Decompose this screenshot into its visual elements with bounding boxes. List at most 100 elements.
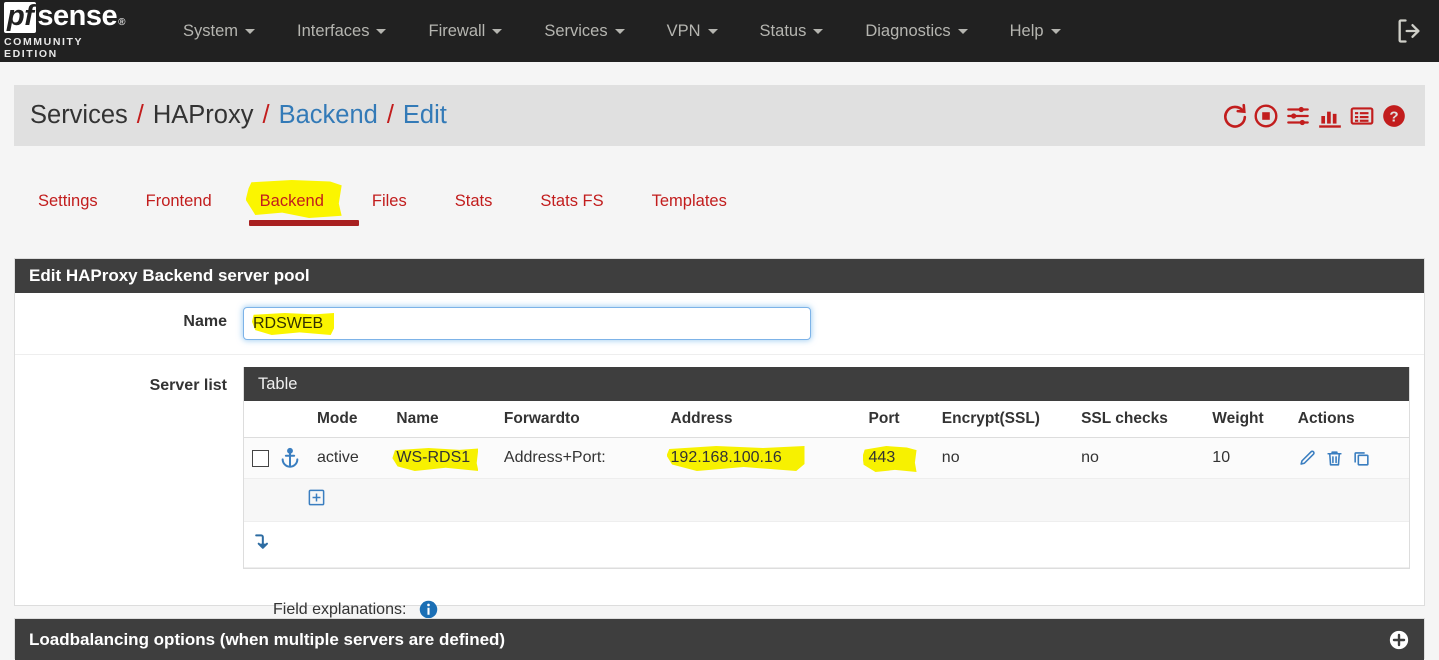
loadbalancing-options-panel[interactable]: Loadbalancing options (when multiple ser…	[14, 618, 1425, 660]
loadbalancing-panel-heading: Loadbalancing options (when multiple ser…	[15, 619, 1424, 660]
pfsense-logo[interactable]: pf sense ® COMMUNITY EDITION	[4, 2, 140, 60]
breadcrumb-separator: /	[136, 101, 144, 129]
tab-templates[interactable]: Templates	[628, 176, 751, 226]
cell-encrypt-ssl: no	[933, 437, 1074, 479]
address-value: 192.168.100.16	[670, 449, 782, 466]
column-header-address: Address	[662, 401, 861, 438]
breadcrumb-separator: /	[262, 101, 270, 129]
tab-label: Backend	[259, 191, 324, 210]
log-list-icon[interactable]	[1349, 103, 1375, 129]
nav-item-services[interactable]: Services	[523, 0, 645, 62]
nav-item-label: Diagnostics	[865, 21, 951, 40]
brand-registered: ®	[118, 17, 125, 29]
breadcrumb-backend[interactable]: Backend	[279, 101, 378, 130]
cell-port: 443	[860, 437, 934, 479]
help-circle-icon[interactable]: ?	[1381, 103, 1407, 129]
sliders-icon[interactable]	[1285, 103, 1311, 129]
breadcrumb-services: Services	[30, 101, 128, 129]
column-header-weight: Weight	[1204, 401, 1290, 438]
panel-title: Edit HAProxy Backend server pool	[15, 259, 1424, 293]
anchor-icon[interactable]	[279, 447, 301, 469]
nav-item-firewall[interactable]: Firewall	[407, 0, 523, 62]
column-header-select	[244, 401, 309, 438]
refresh-icon[interactable]	[1221, 103, 1247, 129]
add-plus-square-icon[interactable]	[307, 488, 326, 507]
tab-bar: Settings Frontend Backend Files Stats St…	[14, 176, 1425, 226]
tab-backend[interactable]: Backend	[236, 176, 359, 226]
tab-files[interactable]: Files	[348, 176, 431, 226]
column-header-ssl-checks: SSL checks	[1073, 401, 1205, 438]
cell-weight: 10	[1204, 437, 1290, 479]
top-navbar: pf sense ® COMMUNITY EDITION System Interf…	[0, 0, 1439, 62]
duplicate-copy-icon[interactable]	[1352, 449, 1371, 468]
field-explanations-row: Field explanations:	[15, 583, 1424, 620]
column-header-encrypt-ssl: Encrypt(SSL)	[933, 401, 1074, 438]
add-row	[244, 478, 1409, 522]
chevron-down-icon	[376, 28, 387, 34]
server-list-label: Server list	[149, 377, 227, 394]
loadbalancing-panel-title: Loadbalancing options (when multiple ser…	[29, 629, 506, 649]
table-header-row: Mode Name Forwardto Address Port Encrypt…	[244, 401, 1409, 438]
chevron-down-icon	[245, 28, 256, 34]
server-table-panel: Table Mode Name Forwardto Address Port E…	[243, 367, 1410, 569]
table-head: Mode Name Forwardto Address Port Encrypt…	[244, 401, 1409, 438]
server-list-wrap: Table Mode Name Forwardto Address Port E…	[243, 367, 1424, 569]
ssl-checks-value: no	[1081, 449, 1099, 466]
info-circle-icon[interactable]	[418, 599, 439, 620]
nav-item-label: VPN	[666, 21, 701, 40]
nav-item-label: System	[183, 21, 239, 40]
breadcrumb-separator: /	[386, 101, 394, 129]
chevron-down-icon	[957, 28, 968, 34]
nav-item-label: Help	[1009, 21, 1044, 40]
name-input[interactable]	[243, 307, 811, 340]
tab-frontend[interactable]: Frontend	[122, 176, 236, 226]
logout-icon[interactable]	[1395, 17, 1423, 45]
forwardto-value: Address+Port:	[503, 449, 606, 466]
tab-label: Settings	[38, 191, 98, 210]
mode-value: active	[317, 449, 359, 466]
nav-item-interfaces[interactable]: Interfaces	[276, 0, 407, 62]
row-select-cell	[244, 437, 309, 479]
stop-icon[interactable]	[1253, 103, 1279, 129]
edit-backend-panel: Edit HAProxy Backend server pool Name Se…	[14, 258, 1425, 619]
cell-forwardto: Address+Port:	[495, 437, 663, 479]
chevron-down-icon	[614, 28, 625, 34]
chevron-down-icon	[813, 28, 824, 34]
chevron-down-icon	[707, 28, 718, 34]
nav-item-vpn[interactable]: VPN	[646, 0, 739, 62]
cell-ssl-checks: no	[1073, 437, 1205, 479]
row-checkbox[interactable]	[252, 449, 269, 467]
nav-item-diagnostics[interactable]: Diagnostics	[844, 0, 988, 62]
server-table: Mode Name Forwardto Address Port Encrypt…	[244, 401, 1409, 568]
tab-label: Files	[371, 191, 407, 210]
expand-plus-circle-icon[interactable]	[1388, 629, 1410, 651]
column-header-forwardto: Forwardto	[495, 401, 663, 438]
brand-logo-text: pf sense ®	[4, 2, 140, 33]
name-value: WS-RDS1	[396, 449, 471, 466]
name-form-row: Name	[15, 293, 1424, 355]
breadcrumb-edit[interactable]: Edit	[403, 101, 447, 130]
cell-address: 192.168.100.16	[662, 437, 861, 479]
brand-sense: sense	[37, 0, 118, 33]
nav-item-help[interactable]: Help	[989, 0, 1082, 62]
nav-item-system[interactable]: System	[162, 0, 276, 62]
cell-mode: active	[309, 437, 389, 479]
tab-stats[interactable]: Stats	[431, 176, 517, 226]
column-header-name: Name	[388, 401, 496, 438]
bar-chart-icon[interactable]	[1317, 103, 1343, 129]
nav-item-status[interactable]: Status	[739, 0, 845, 62]
tab-settings[interactable]: Settings	[14, 176, 122, 226]
move-down-arrow-icon[interactable]	[252, 531, 272, 553]
tab-stats-fs[interactable]: Stats FS	[516, 176, 627, 226]
encrypt-ssl-value: no	[941, 449, 960, 466]
brand-subtitle: COMMUNITY EDITION	[4, 35, 83, 60]
chevron-down-icon	[492, 28, 503, 34]
edit-pencil-icon[interactable]	[1298, 449, 1317, 468]
move-row	[244, 521, 1409, 568]
delete-trash-icon[interactable]	[1325, 449, 1344, 468]
header-icon-group: ?	[1221, 103, 1407, 129]
page-header: Services / HAProxy / Backend / Edit ?	[14, 85, 1425, 146]
nav-item-label: Firewall	[428, 21, 486, 40]
active-tab-underline	[248, 220, 359, 226]
tab-label: Templates	[651, 191, 727, 210]
